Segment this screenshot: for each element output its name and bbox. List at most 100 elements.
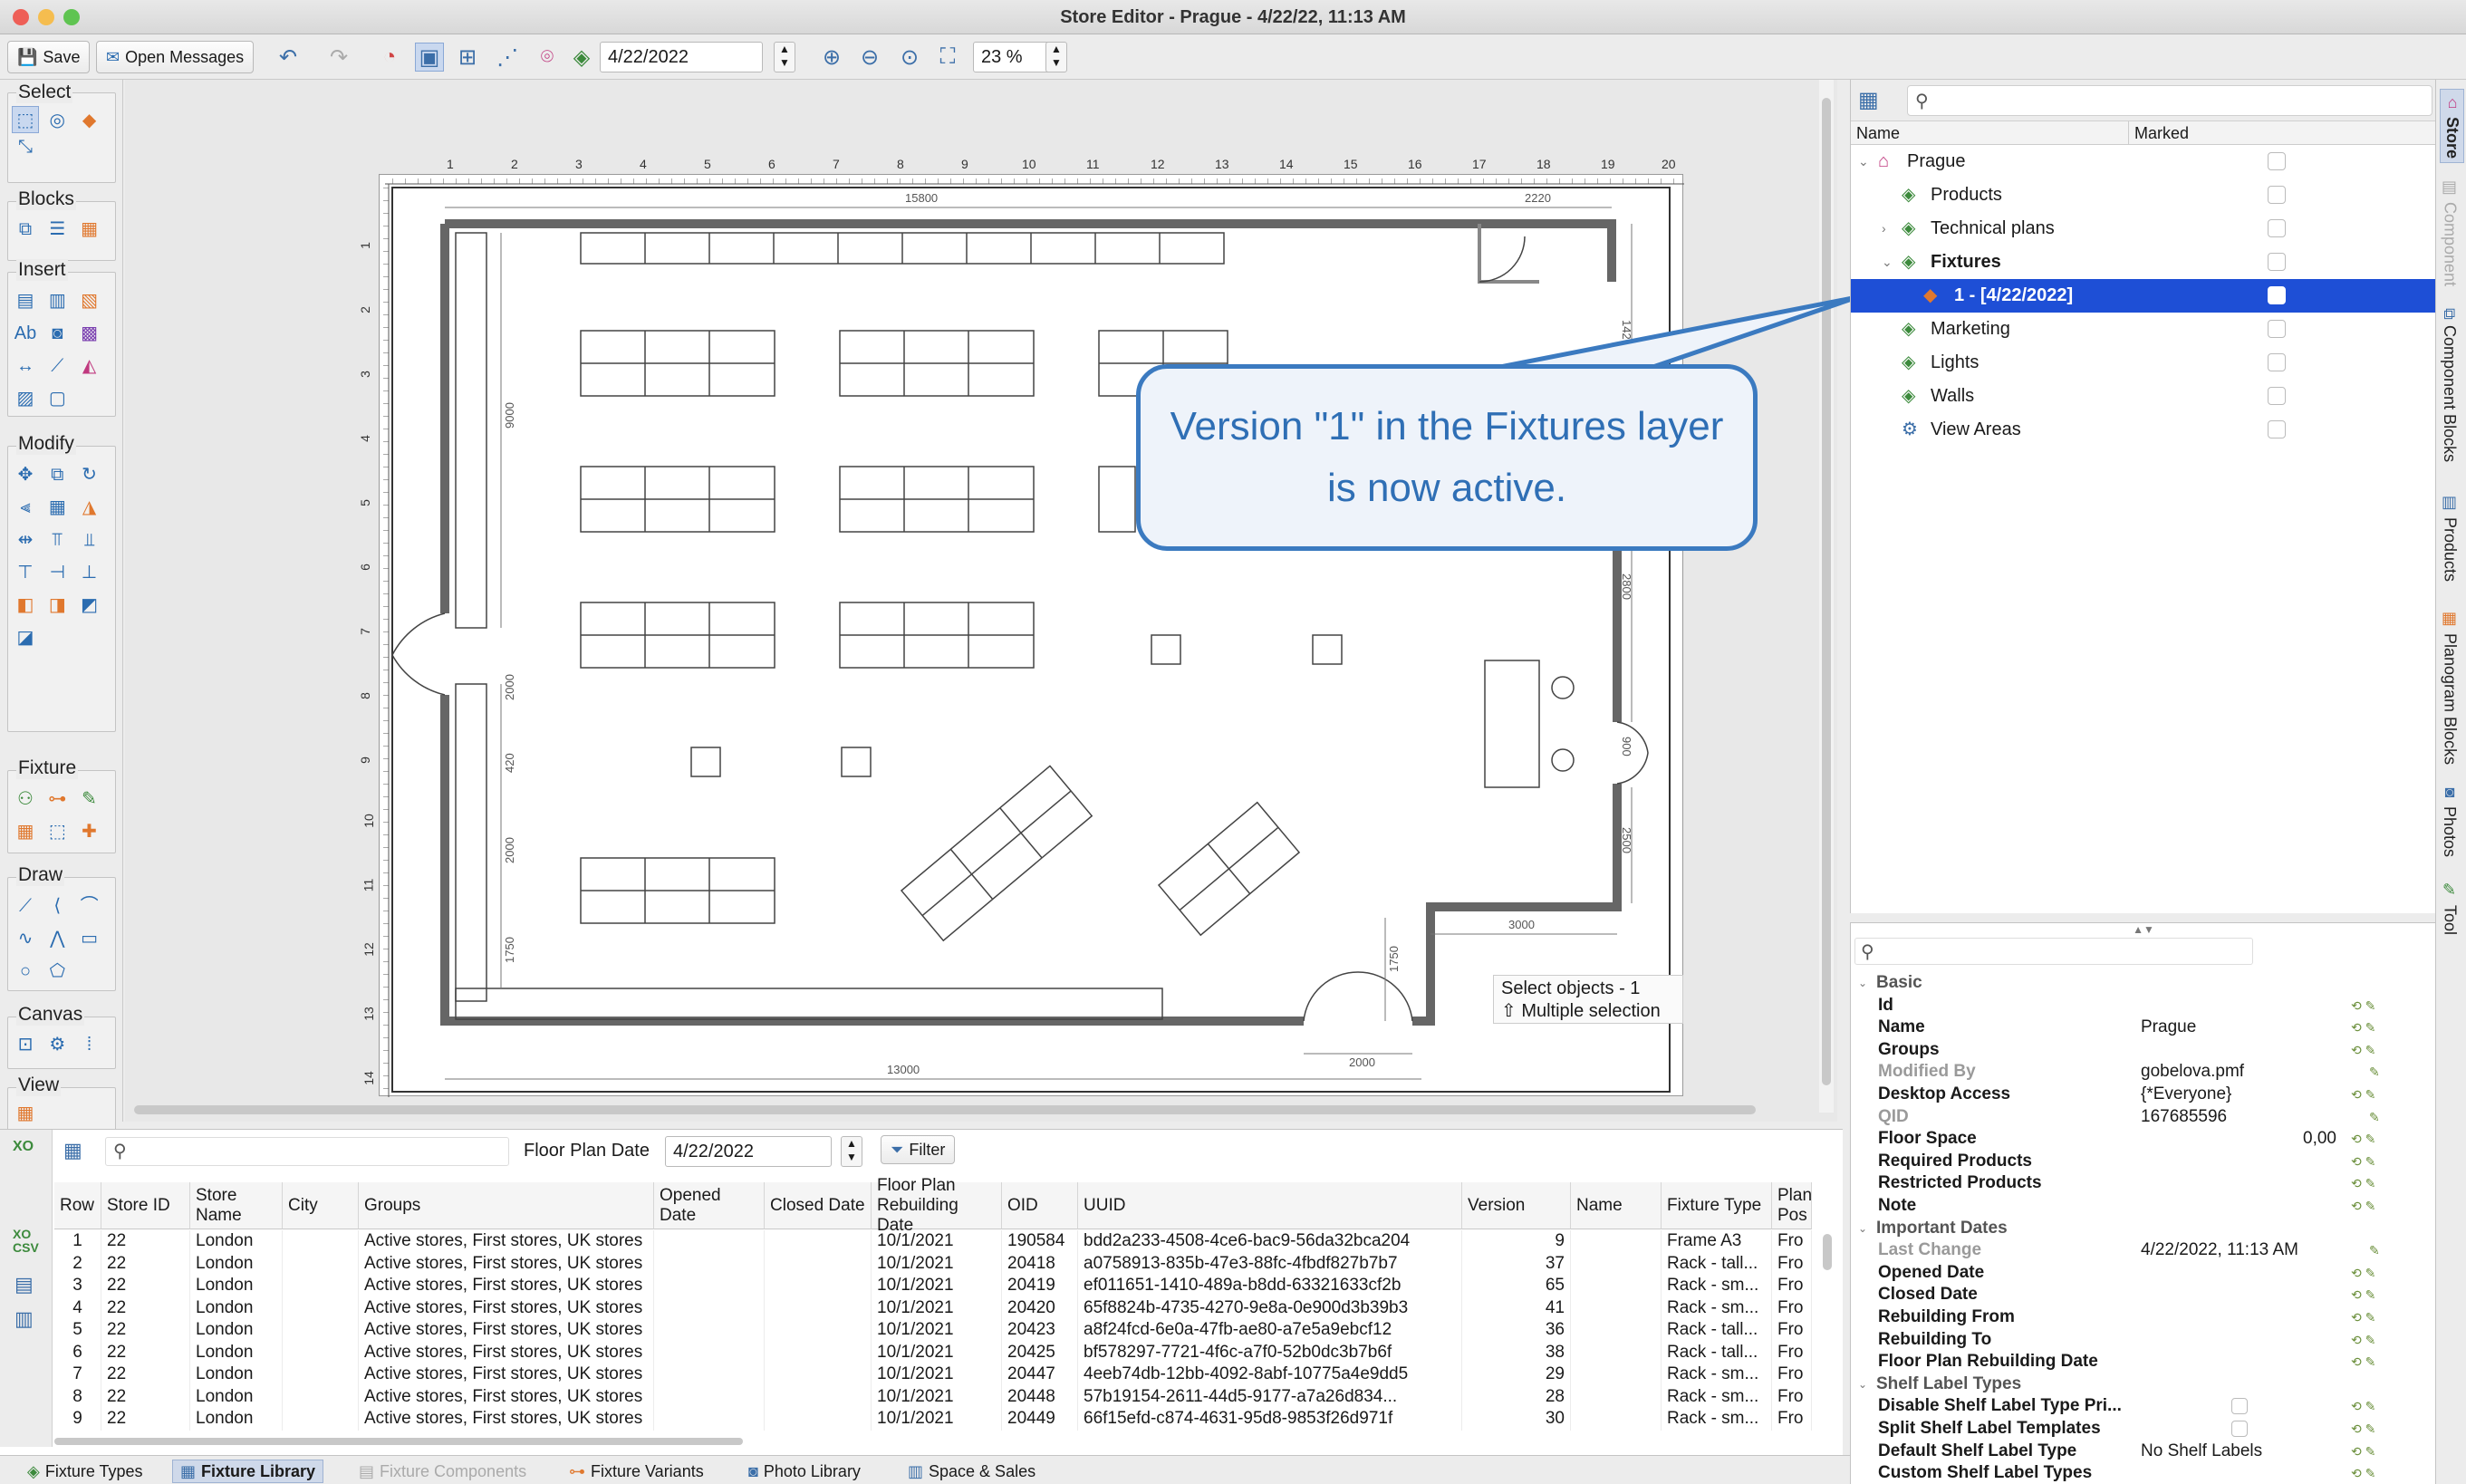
zoom-page-icon[interactable]: ⛶ bbox=[933, 43, 962, 72]
draw-zigzag-icon[interactable]: ⋀ bbox=[43, 925, 71, 952]
prop-row-default-shelf-label[interactable]: Default Shelf Label Type No Shelf Labels ⟲… bbox=[1851, 1441, 2436, 1463]
insert-dimension-icon[interactable]: ↔ bbox=[12, 352, 39, 380]
prop-row-required-products[interactable]: Required Products ⟲ ✎ bbox=[1851, 1151, 2436, 1173]
prop-row-last-change[interactable]: Last Change 4/22/2022, 11:13 AM ✎ bbox=[1851, 1239, 2436, 1262]
reset-icon[interactable]: ⟲ ✎ bbox=[2351, 1395, 2375, 1418]
reset-icon[interactable]: ⟲ ✎ bbox=[2351, 1262, 2375, 1285]
col-groups[interactable]: Groups bbox=[359, 1182, 654, 1229]
tree-item-marketing[interactable]: ◈ Marketing bbox=[1851, 313, 2436, 346]
draw-circle-icon[interactable]: ○ bbox=[12, 958, 39, 985]
draw-arc-icon[interactable]: ⌒ bbox=[76, 892, 103, 920]
side-tab-component-blocks[interactable]: ⧉ Component Blocks bbox=[2440, 308, 2459, 462]
zoom-fit-icon[interactable]: ⊙ bbox=[895, 43, 924, 72]
bring-front-icon[interactable]: ◧ bbox=[12, 592, 39, 619]
edit-icon[interactable]: ✎ bbox=[2369, 1239, 2380, 1262]
align-bottom-icon[interactable]: ⫫ bbox=[76, 526, 103, 554]
fixture-link-icon[interactable]: ⊶ bbox=[43, 785, 71, 813]
tree-item-store[interactable]: ⌄ ⌂ Prague bbox=[1851, 145, 2436, 178]
prop-section-shelf-label-types[interactable]: ⌄ Shelf Label Types bbox=[1851, 1373, 2436, 1396]
prop-row-restricted-products[interactable]: Restricted Products ⟲ ✎ bbox=[1851, 1172, 2436, 1195]
block-stack-icon[interactable]: ☰ bbox=[43, 215, 71, 242]
camera-icon[interactable]: ⌾ bbox=[533, 43, 562, 72]
canvas-vscrollbar[interactable] bbox=[1819, 80, 1834, 1113]
col-uuid[interactable]: UUID bbox=[1078, 1182, 1462, 1229]
prop-row-desktop-access[interactable]: Desktop Access {*Everyone} ⟲ ✎ bbox=[1851, 1084, 2436, 1106]
select-arrow-icon[interactable]: ⬚ bbox=[12, 106, 39, 133]
insert-chart-icon[interactable]: ◭ bbox=[76, 352, 103, 380]
tree-item-walls[interactable]: ◈ Walls bbox=[1851, 380, 2436, 413]
prop-row-name[interactable]: Name Prague ⟲ ✎ bbox=[1851, 1017, 2436, 1039]
prop-row-id[interactable]: Id ⟲ ✎ bbox=[1851, 995, 2436, 1017]
draw-polyline-icon[interactable]: ⟨ bbox=[43, 892, 71, 920]
marked-checkbox[interactable] bbox=[2268, 387, 2286, 405]
minimize-window-button[interactable] bbox=[38, 9, 54, 25]
tab-space-sales[interactable]: ▥ Space & Sales bbox=[901, 1460, 1043, 1483]
frame-icon[interactable]: ▣ bbox=[415, 43, 444, 72]
reset-icon[interactable]: ⟲ ✎ bbox=[2351, 1128, 2375, 1151]
reset-icon[interactable]: ⟲ ✎ bbox=[2351, 1418, 2375, 1441]
canvas-hscrollbar[interactable] bbox=[134, 1103, 1819, 1116]
align-left-icon[interactable]: ⫷ bbox=[12, 494, 39, 521]
prop-section-important-dates[interactable]: ⌄ Important Dates bbox=[1851, 1218, 2436, 1240]
draw-line-icon[interactable]: ⟋ bbox=[12, 892, 39, 920]
draw-rect-icon[interactable]: ▭ bbox=[76, 925, 103, 952]
distribute-icon[interactable]: ⇹ bbox=[12, 526, 39, 554]
fixture-add-icon[interactable]: ✚ bbox=[76, 818, 103, 845]
tab-fixture-components[interactable]: ▤ Fixture Components bbox=[352, 1460, 534, 1483]
export-csv-icon[interactable]: XO CSV bbox=[13, 1228, 39, 1255]
reset-icon[interactable]: ⟲ ✎ bbox=[2351, 1172, 2375, 1195]
marked-checkbox[interactable] bbox=[2268, 320, 2286, 338]
copy-icon[interactable]: ⧉ bbox=[43, 461, 71, 488]
col-store-name[interactable]: Store Name bbox=[190, 1182, 283, 1229]
edit-icon[interactable]: ✎ bbox=[2369, 1061, 2380, 1084]
col-plan-pos[interactable]: Plan Pos bbox=[1772, 1182, 1812, 1229]
tree-item-view-areas[interactable]: ⚙ View Areas bbox=[1851, 413, 2436, 447]
bar-chart-icon[interactable]: ▥ bbox=[14, 1307, 34, 1331]
chevron-down-icon[interactable]: ⌄ bbox=[1858, 145, 1869, 178]
draw-curve-icon[interactable]: ∿ bbox=[12, 925, 39, 952]
date-input[interactable]: 4/22/2022 bbox=[600, 42, 763, 72]
marked-checkbox[interactable] bbox=[2268, 253, 2286, 271]
fixture-node-icon[interactable]: ⚇ bbox=[12, 785, 39, 813]
reset-icon[interactable]: ⟲ ✎ bbox=[2351, 1195, 2375, 1218]
tree-col-name[interactable]: Name bbox=[1851, 121, 2128, 145]
connect-icon[interactable]: ⋰ bbox=[493, 43, 522, 72]
canvas-grid-icon[interactable]: ⁞ bbox=[76, 1031, 103, 1058]
insert-text-icon[interactable]: Ab bbox=[12, 320, 39, 347]
side-tab-planogram-blocks[interactable]: ▦ Planogram Blocks bbox=[2440, 609, 2460, 765]
reset-icon[interactable]: ⟲ ✎ bbox=[2351, 1441, 2375, 1463]
marked-checkbox[interactable] bbox=[2268, 353, 2286, 371]
tree-search-input[interactable]: ⚲ bbox=[1907, 85, 2432, 116]
open-messages-button[interactable]: ✉ Open Messages bbox=[96, 41, 255, 73]
save-button[interactable]: 💾 Save bbox=[7, 41, 91, 73]
fixture-grid-icon[interactable]: ▦ bbox=[12, 818, 39, 845]
tab-fixture-variants[interactable]: ⊶ Fixture Variants bbox=[562, 1460, 711, 1483]
table-row[interactable]: 2 22 London Active stores, First stores, UK… bbox=[54, 1252, 1812, 1275]
zoom-window-button[interactable] bbox=[63, 9, 80, 25]
prop-row-custom-shelf-label[interactable]: Custom Shelf Label Types ⟲ ✎ bbox=[1851, 1462, 2436, 1484]
tree-col-marked[interactable]: Marked bbox=[2128, 121, 2436, 145]
split-shelf-label-checkbox[interactable] bbox=[2231, 1421, 2248, 1437]
insert-line-icon[interactable]: ⟋ bbox=[43, 352, 71, 380]
chevron-down-icon[interactable]: ⌄ bbox=[1882, 246, 1893, 279]
prop-row-split-shelf-label[interactable]: Split Shelf Label Templates ⟲ ✎ bbox=[1851, 1418, 2436, 1441]
insert-list-icon[interactable]: ▧ bbox=[76, 287, 103, 314]
prop-section-basic[interactable]: ⌄ Basic bbox=[1851, 972, 2436, 995]
export-xo-icon[interactable]: XO bbox=[13, 1139, 34, 1155]
zoom-stepper[interactable]: ▲ ▼ bbox=[1045, 42, 1067, 72]
reset-icon[interactable]: ⟲ ✎ bbox=[2351, 1284, 2375, 1306]
reset-icon[interactable]: ⟲ ✎ bbox=[2351, 1151, 2375, 1173]
chevron-right-icon[interactable]: › bbox=[1882, 212, 1886, 246]
tab-photo-library[interactable]: ◙ Photo Library bbox=[741, 1460, 868, 1483]
col-closed-date[interactable]: Closed Date bbox=[765, 1182, 872, 1229]
floor-plan-date-stepper[interactable]: ▲ ▼ bbox=[841, 1136, 862, 1167]
canvas-settings-icon[interactable]: ⚙ bbox=[43, 1030, 71, 1057]
reset-icon[interactable]: ⟲ ✎ bbox=[2351, 1351, 2375, 1373]
prop-row-rebuilding-from[interactable]: Rebuilding From ⟲ ✎ bbox=[1851, 1306, 2436, 1329]
col-fixture-type[interactable]: Fixture Type bbox=[1662, 1182, 1772, 1229]
move-icon[interactable]: ✥ bbox=[12, 461, 39, 488]
col-opened-date[interactable]: Opened Date bbox=[654, 1182, 765, 1229]
table-search-input[interactable]: ⚲ bbox=[105, 1137, 509, 1166]
marked-checkbox[interactable] bbox=[2268, 286, 2286, 304]
prop-row-floor-plan-rebuilding-date[interactable]: Floor Plan Rebuilding Date ⟲ ✎ bbox=[1851, 1351, 2436, 1373]
